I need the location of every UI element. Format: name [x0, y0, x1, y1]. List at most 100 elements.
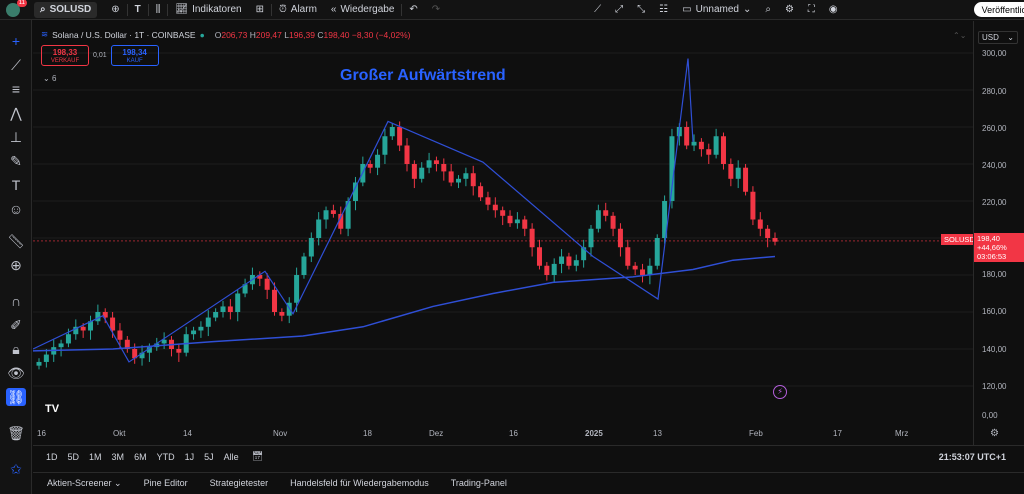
bottom-tab[interactable]: Pine Editor — [144, 478, 200, 489]
range-button[interactable]: Alle — [219, 452, 244, 462]
snapshot-button[interactable]: ◉ — [822, 0, 845, 20]
trendline-icon: ⟋ — [594, 4, 602, 15]
candle-body — [316, 219, 322, 238]
candle-body — [588, 228, 594, 248]
bottom-tab[interactable]: Strategietester — [210, 478, 281, 489]
flash-icon[interactable]: ⚡︎ — [773, 385, 787, 399]
publish-button[interactable]: Veröffentlic — [973, 2, 1024, 17]
text-annotation[interactable]: Großer Aufwärtstrend — [340, 67, 506, 85]
quick-search-icon: ⌕ — [765, 4, 771, 15]
buy-button[interactable]: 198,34 KAUF — [110, 45, 159, 66]
currency-select[interactable]: USD ⌄ — [978, 31, 1018, 44]
add-symbol-button[interactable]: ⊕ — [104, 0, 126, 20]
candle-body — [463, 173, 469, 179]
link-icon[interactable]: ⛓ — [6, 388, 26, 406]
emoji-icon[interactable]: ☺ — [6, 200, 26, 218]
ruler-icon[interactable]: 📏︎ — [6, 232, 26, 250]
trash-icon[interactable]: 🗑︎ — [6, 424, 26, 442]
bottom-tab[interactable]: Handelsfeld für Wiedergabemodus — [290, 478, 441, 489]
candle-body — [308, 238, 314, 257]
brush-icon[interactable]: ✎ — [6, 152, 26, 170]
range-button[interactable]: 1J — [180, 452, 200, 462]
lock-icon[interactable]: 🔒︎ — [6, 340, 26, 358]
top-toolbar: 11 ⌕ SOLUSD ⊕ T ⫼ 📈︎ Indikatoren ⊞ ⏰︎ Alar… — [0, 0, 1024, 20]
range-button[interactable]: 5J — [199, 452, 219, 462]
candle-body — [397, 127, 403, 146]
price-axis[interactable]: USD ⌄ 300,00280,00260,00240,00220,00200,… — [973, 21, 1024, 445]
currency-label: USD — [982, 33, 999, 42]
candle-body — [478, 186, 484, 198]
indicators-button[interactable]: 📈︎ Indikatoren — [168, 0, 248, 20]
layout-select[interactable]: ▭ Unnamed ⌄ — [675, 0, 758, 20]
plus-icon: ⊕ — [111, 4, 120, 15]
candle-body — [470, 173, 476, 187]
trend-zigzag-drawing[interactable] — [33, 58, 694, 363]
candle-body — [647, 265, 653, 275]
alarm-label: Alarm — [290, 4, 317, 15]
camera-icon: ◉ — [828, 4, 838, 15]
projection-icon[interactable]: ⊥ — [6, 128, 26, 146]
symbol-logo-icon: ≋ — [41, 29, 49, 39]
range-button[interactable]: 6M — [129, 452, 152, 462]
date-range-icon[interactable]: 📅︎ — [252, 451, 263, 462]
tv-logo: TV — [45, 403, 60, 415]
templates-button[interactable]: ⊞ — [249, 0, 271, 20]
price-axis-label: 0,00 — [982, 411, 998, 420]
drawings-list-button[interactable]: ☷ — [652, 0, 675, 20]
favorites-star-icon[interactable]: ✩ — [6, 460, 26, 478]
indicators-collapse-toggle[interactable]: ⌄ 6 — [43, 74, 56, 83]
moving-average-line[interactable] — [33, 255, 776, 352]
fullscreen-button[interactable]: ⛶ — [801, 0, 822, 20]
candle-body — [573, 260, 579, 266]
user-avatar[interactable]: 11 — [6, 0, 27, 17]
range-button[interactable]: 3M — [107, 452, 130, 462]
indicators-label: Indikatoren — [192, 4, 242, 15]
symbol-search[interactable]: ⌕ SOLUSD — [34, 1, 98, 18]
range-button[interactable]: 1D — [41, 452, 63, 462]
quick-search-button[interactable]: ⌕ — [758, 0, 778, 20]
pattern-icon[interactable]: ⋀ — [6, 104, 26, 122]
candle-body — [743, 167, 749, 192]
time-axis-settings-icon[interactable]: ⚙ — [990, 428, 999, 439]
time-axis-label: 13 — [653, 429, 662, 438]
bottom-tab[interactable]: Trading-Panel — [451, 478, 519, 489]
undo-button[interactable]: ↶ — [402, 0, 424, 20]
magnet-icon[interactable]: ∩ — [6, 292, 26, 310]
text-icon[interactable]: T — [6, 176, 26, 194]
replay-button[interactable]: «Wiedergabe — [324, 0, 401, 20]
candle-body — [765, 228, 771, 238]
trendline-icon[interactable]: ⟋ — [6, 56, 26, 74]
time-axis-label: Nov — [273, 429, 288, 438]
timeframe-button[interactable]: T — [128, 0, 148, 20]
sell-label: VERKAUF — [50, 58, 80, 64]
eye-icon[interactable]: 👁︎ — [6, 364, 26, 382]
crosshair-icon[interactable]: + — [6, 32, 26, 50]
bottom-tab[interactable]: Aktien-Screener ⌄ — [47, 478, 134, 489]
zoom-icon[interactable]: ⊕ — [6, 256, 26, 274]
candle-body — [433, 160, 439, 164]
pane-maximize-icon[interactable]: ⌃⌄ — [953, 31, 966, 40]
range-button[interactable]: 5D — [63, 452, 85, 462]
sell-button[interactable]: 198,33 VERKAUF — [41, 45, 89, 66]
candle-body — [566, 256, 572, 266]
range-button[interactable]: YTD — [152, 452, 180, 462]
clock-label[interactable]: 21:53:07 UTC+1 — [939, 452, 1006, 462]
candle-body — [65, 334, 71, 344]
price-axis-label: 180,00 — [982, 270, 1007, 279]
fib-icon[interactable]: ≡ — [6, 80, 26, 98]
measure-tool-button[interactable]: ⤡ — [630, 0, 652, 20]
lock-drawing-icon[interactable]: ✐ — [6, 316, 26, 334]
ray-tool-button[interactable]: ⤢ — [608, 0, 630, 20]
trendline-tool-button[interactable]: ⟋ — [587, 0, 608, 20]
time-axis[interactable]: 16 Okt 14 Nov 18 Dez 16 2025 13 Feb 17 Mrz — [33, 425, 973, 443]
redo-button[interactable]: ↷ — [425, 0, 447, 20]
time-axis-label: 16 — [37, 429, 46, 438]
candle-style-button[interactable]: ⫼ — [149, 0, 168, 20]
alarm-button[interactable]: ⏰︎ Alarm — [272, 0, 324, 20]
settings-button[interactable]: ⚙ — [778, 0, 801, 20]
chart-pane[interactable]: ≋ Solana / U.S. Dollar · 1T · COINBASE ●… — [33, 21, 978, 445]
layout-name: Unnamed — [695, 4, 739, 15]
candle-body — [750, 191, 756, 220]
range-button[interactable]: 1M — [84, 452, 107, 462]
candle-body — [735, 167, 741, 179]
